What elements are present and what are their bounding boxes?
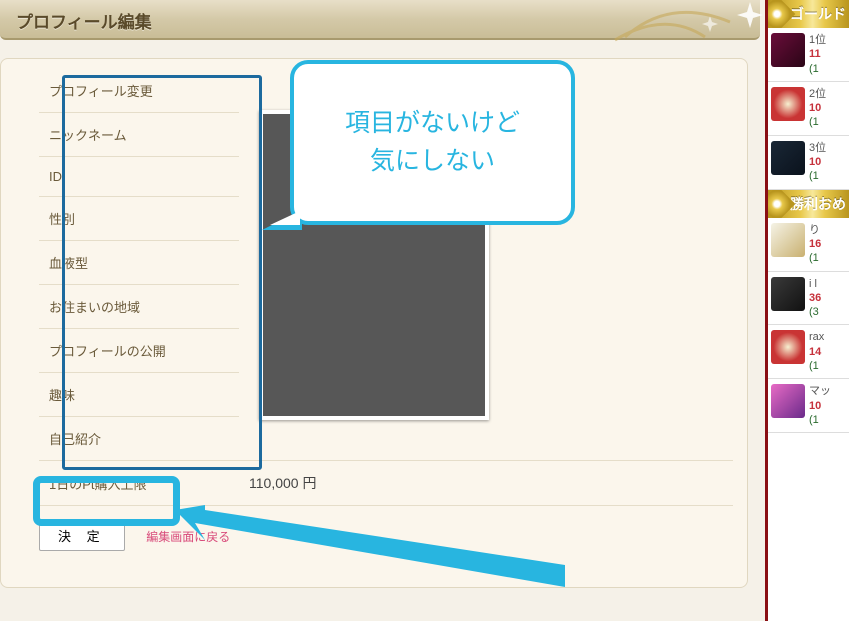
annotation-speech-bubble: 項目がないけど 気にしない (290, 60, 575, 225)
ranking-thumb (771, 384, 805, 418)
annotation-bubble-text: 気にしない (370, 147, 495, 175)
form-label: プロフィール変更 (39, 69, 239, 113)
sidebar-section-gold: ゴールド (768, 0, 849, 28)
ranking-rank: 3位 (809, 142, 826, 154)
annotation-bubble-text: 項目がないけど (345, 109, 520, 137)
ranking-sidebar: ゴールド 1位 11 (1 2位 10 (1 3位 10 (1 勝利おめ り 1… (765, 0, 849, 621)
ranking-number: 10 (809, 155, 826, 169)
annotation-bubble-tail (270, 211, 300, 225)
form-label: ニックネーム (39, 113, 239, 157)
ranking-sub: (1 (809, 63, 819, 75)
ranking-number: 14 (809, 345, 824, 359)
ranking-item[interactable]: 3位 10 (1 (768, 136, 849, 190)
ranking-number: 36 (809, 291, 821, 305)
ranking-name: り (809, 224, 820, 236)
ranking-item[interactable]: り 16 (1 (768, 218, 849, 272)
page-header: プロフィール編集 (0, 0, 760, 40)
form-label: 性別 (39, 197, 239, 241)
ranking-name: マッ (809, 385, 831, 397)
ranking-name: i l (809, 278, 817, 290)
ranking-name: rax (809, 331, 824, 343)
ranking-thumb (771, 223, 805, 257)
ranking-item[interactable]: 1位 11 (1 (768, 28, 849, 82)
ranking-thumb (771, 277, 805, 311)
ranking-number: 11 (809, 47, 826, 61)
form-label: 趣味 (39, 373, 239, 417)
ranking-sub: (1 (809, 360, 819, 372)
ranking-sub: (1 (809, 116, 819, 128)
header-sparkle-decor (610, 0, 770, 42)
ranking-sub: (3 (809, 306, 819, 318)
form-label: ID (39, 157, 239, 197)
sidebar-section-shouri: 勝利おめ (768, 190, 849, 218)
annotation-arrow-icon (165, 465, 585, 595)
ranking-sub: (1 (809, 252, 819, 264)
form-label: 血液型 (39, 241, 239, 285)
ranking-number: 10 (809, 101, 826, 115)
ranking-thumb (771, 330, 805, 364)
ranking-item[interactable]: 2位 10 (1 (768, 82, 849, 136)
ranking-thumb (771, 141, 805, 175)
ranking-item[interactable]: i l 36 (3 (768, 272, 849, 326)
ranking-sub: (1 (809, 414, 819, 426)
ranking-number: 10 (809, 399, 831, 413)
form-label: 自己紹介 (39, 417, 239, 461)
ranking-rank: 2位 (809, 88, 826, 100)
form-label: プロフィールの公開 (39, 329, 239, 373)
decide-button[interactable]: 決 定 (39, 520, 125, 551)
ranking-item[interactable]: rax 14 (1 (768, 325, 849, 379)
ranking-rank: 1位 (809, 34, 826, 46)
ranking-item[interactable]: マッ 10 (1 (768, 379, 849, 433)
ranking-sub: (1 (809, 170, 819, 182)
ranking-thumb (771, 87, 805, 121)
ranking-thumb (771, 33, 805, 67)
form-label: お住まいの地域 (39, 285, 239, 329)
ranking-number: 16 (809, 237, 821, 251)
